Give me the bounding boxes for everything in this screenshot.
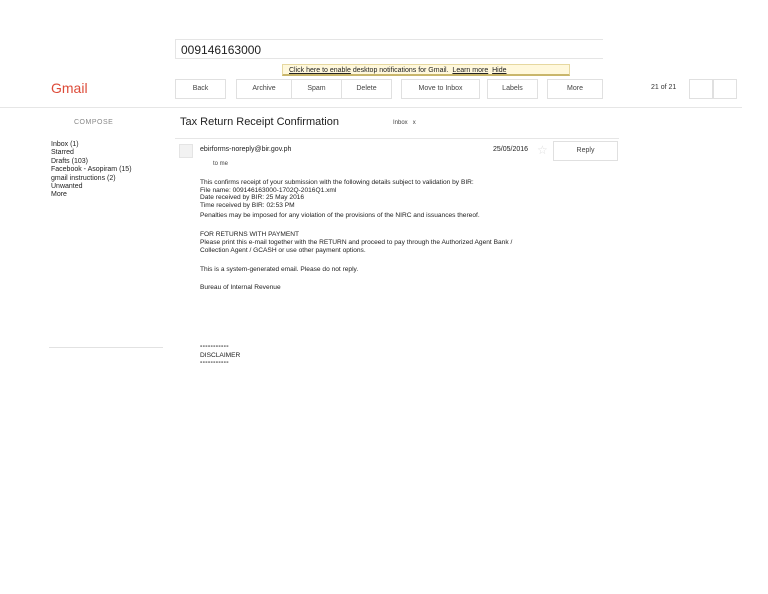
sidebar-divider bbox=[49, 347, 163, 348]
header-divider bbox=[0, 107, 742, 108]
body-line: Date received by BIR: 25 May 2016 bbox=[200, 194, 305, 201]
desktop-notification-bar: Click here to enable desktop notificatio… bbox=[282, 64, 570, 76]
move-to-inbox-button[interactable]: Move to Inbox bbox=[401, 79, 480, 99]
sidebar-item-more[interactable]: More bbox=[51, 191, 132, 199]
body-line: Penalties may be imposed for any violati… bbox=[200, 212, 480, 219]
body-signature: Bureau of Internal Revenue bbox=[200, 284, 281, 291]
older-button[interactable] bbox=[713, 79, 737, 99]
sender-address[interactable]: ebirforms-noreply@bir.gov.ph bbox=[200, 146, 291, 153]
body-line: This confirms receipt of your submission… bbox=[200, 179, 474, 186]
body-line: Time received by BIR: 02:53 PM bbox=[200, 201, 295, 209]
archive-button[interactable]: Archive bbox=[236, 79, 292, 99]
message-subject: Tax Return Receipt Confirmation bbox=[180, 116, 339, 128]
more-button[interactable]: More bbox=[547, 79, 603, 99]
body-line: Please print this e-mail together with t… bbox=[200, 239, 513, 246]
hide-link[interactable]: Hide bbox=[492, 67, 506, 74]
learn-more-link[interactable]: Learn more bbox=[452, 67, 488, 74]
enable-notifications-link[interactable]: Click here to enable bbox=[289, 67, 351, 74]
label-text: Inbox bbox=[393, 120, 408, 126]
sidebar-nav: Inbox (1) Starred Drafts (103) Facebook … bbox=[51, 141, 132, 200]
remove-label-icon[interactable]: x bbox=[413, 120, 416, 126]
subject-divider bbox=[175, 138, 619, 139]
sidebar-item-unwanted[interactable]: Unwanted bbox=[51, 183, 132, 191]
recipient-line[interactable]: to me bbox=[213, 161, 228, 167]
reply-button[interactable]: Reply bbox=[553, 141, 618, 161]
newer-button[interactable] bbox=[689, 79, 713, 99]
back-button[interactable]: Back bbox=[175, 79, 226, 99]
body-line: Collection Agent / GCASH or use other pa… bbox=[200, 247, 366, 254]
compose-button[interactable]: COMPOSE bbox=[74, 119, 113, 126]
separator-line: ----------- bbox=[200, 343, 229, 350]
body-line: File name: 009146163000-1702Q-2016Q1.xml bbox=[200, 186, 337, 194]
spam-button[interactable]: Spam bbox=[291, 79, 342, 99]
delete-button[interactable]: Delete bbox=[341, 79, 392, 99]
sidebar-item-starred[interactable]: Starred bbox=[51, 149, 132, 157]
pager-count: 21 of 21 bbox=[651, 84, 677, 91]
sender-avatar bbox=[179, 144, 193, 158]
labels-button[interactable]: Labels bbox=[487, 79, 538, 99]
inbox-label-chip[interactable]: Inbox x bbox=[393, 120, 416, 126]
body-line: This is a system-generated email. Please… bbox=[200, 266, 359, 273]
sidebar-item-facebook[interactable]: Facebook - Asopiram (15) bbox=[51, 166, 132, 174]
body-line: FOR RETURNS WITH PAYMENT bbox=[200, 231, 300, 238]
sidebar-item-gmail-instructions[interactable]: gmail instructions (2) bbox=[51, 175, 132, 183]
separator-line: ----------- bbox=[200, 359, 229, 366]
search-input[interactable]: 009146163000 bbox=[175, 39, 603, 59]
notification-text: desktop notifications for Gmail. bbox=[350, 67, 449, 74]
gmail-logo[interactable]: Gmail bbox=[51, 80, 88, 96]
star-icon[interactable]: ☆ bbox=[537, 144, 548, 156]
message-date: 25/05/2016 bbox=[493, 146, 529, 153]
sidebar-item-drafts[interactable]: Drafts (103) bbox=[51, 158, 132, 166]
sidebar-item-inbox[interactable]: Inbox (1) bbox=[51, 141, 132, 149]
